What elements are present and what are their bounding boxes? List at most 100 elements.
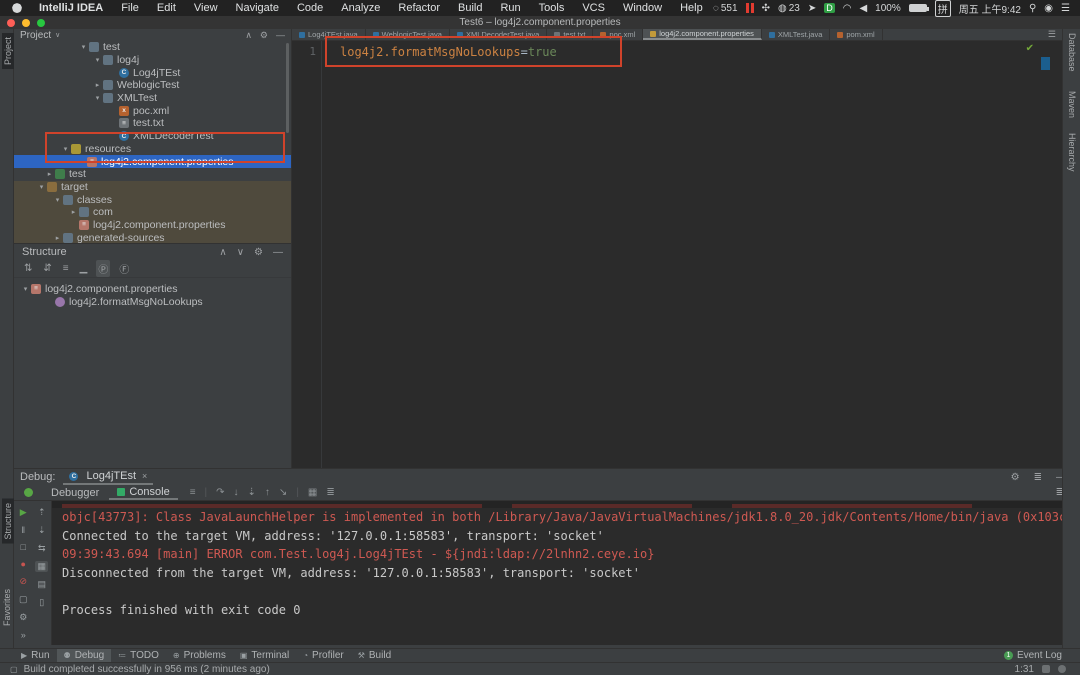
menu-view[interactable]: View [185,2,227,14]
hide-panel-icon[interactable]: — [276,30,285,41]
menu-build[interactable]: Build [449,2,491,14]
menu-analyze[interactable]: Analyze [332,2,389,14]
toolbutton-structure[interactable]: Structure [2,499,14,544]
tree-row[interactable]: ▸com [14,206,291,219]
step-over-icon[interactable]: ↷ [216,487,224,498]
group-icon[interactable]: ≡ [61,262,71,275]
editor-tab[interactable]: pom.xml [830,29,882,40]
more-icon[interactable]: » [21,630,26,640]
status-icon[interactable]: ▢ [10,665,18,674]
tree-row-resources[interactable]: ▾resources [14,143,291,156]
frame-down-icon[interactable]: ⇣ [38,525,46,536]
volume-icon[interactable]: ◀ [859,3,867,14]
wechat-icon[interactable]: ◍ 23 [778,3,800,14]
debug-console[interactable]: objc[43773]: Class JavaLaunchHelper is i… [52,501,1080,645]
settings-gear-icon[interactable]: ⚙ [19,612,27,623]
stop-icon[interactable]: ● [21,559,26,569]
hide-panel-icon[interactable]: — [273,247,283,258]
editor[interactable]: 1 log4j2.formatMsgNoLookups=true ✔ [292,41,1062,468]
editor-tab[interactable]: XMLDecoderTest.java [450,29,547,40]
chevron-down-icon[interactable]: ∨ [55,31,60,39]
rerun-icon[interactable]: ▶ [20,507,27,518]
menu-edit[interactable]: Edit [148,2,185,14]
toolbutton-database[interactable]: Database [1067,33,1077,72]
code-line[interactable]: log4j2.formatMsgNoLookups=true [340,45,557,59]
trash-icon[interactable]: ▯ [39,597,44,608]
frame-up-icon[interactable]: ⇡ [38,507,46,518]
battery-percent[interactable]: 100% [875,3,901,14]
tree-row[interactable]: poc.xml [14,104,291,117]
reader-mode-icon[interactable] [1058,665,1066,673]
editor-tab[interactable]: Log4jTEst.java [292,29,366,40]
plane-icon[interactable]: ➤ [808,3,816,14]
docker-icon[interactable]: D [824,3,835,13]
structure-row-file[interactable]: ▾log4j2.component.properties [14,282,291,296]
menu-run[interactable]: Run [491,2,529,14]
evaluate-expression-icon[interactable]: ▦ [308,487,317,498]
menu-navigate[interactable]: Navigate [227,2,288,14]
wifi-icon[interactable]: ◠ [843,3,852,14]
variables-icon[interactable]: ▦ [35,561,48,572]
menu-code[interactable]: Code [288,2,332,14]
step-into-icon[interactable]: ↓ [234,487,239,498]
pause-icon[interactable]: □ [21,542,26,552]
tree-row-selected[interactable]: log4j2.component.properties [14,155,291,168]
show-properties-icon[interactable]: Ⓟ [96,260,110,277]
tree-row[interactable]: ▾test [14,41,291,54]
expand-all-icon[interactable]: ∧ [219,247,226,258]
menu-refactor[interactable]: Refactor [389,2,449,14]
chat-icon[interactable]: ◌551 [713,3,738,14]
toolbutton-maven[interactable]: Maven [1067,91,1077,118]
tree-row[interactable]: ▸generated-sources [14,231,291,243]
toolbutton-problems[interactable]: ⊕Problems [166,649,233,662]
status-message[interactable]: Build completed successfully in 956 ms (… [24,664,270,675]
siri-icon[interactable]: ◉ [1044,3,1053,14]
tree-row[interactable]: Log4jTEst [14,66,291,79]
tree-row[interactable]: ▾XMLTest [14,92,291,105]
console-settings-icon[interactable]: ≣ [326,487,334,498]
editor-tab-selected[interactable]: log4j2.component.properties [643,29,762,40]
tree-row[interactable]: ▸test [14,168,291,181]
event-log-button[interactable]: 1Event Log [1004,650,1080,661]
toolbutton-profiler[interactable]: ◔Profiler [296,649,351,662]
inspection-ok-icon[interactable]: ✔ [1026,43,1034,54]
toolbutton-hierarchy[interactable]: Hierarchy [1067,133,1077,172]
apple-menu-icon[interactable] [12,3,22,13]
toolbutton-run[interactable]: ▶Run [14,649,57,662]
menu-clock[interactable]: 周五 上午9:42 [959,1,1021,16]
structure-row-property[interactable]: log4j2.formatMsgNoLookups [14,296,291,310]
tree-row[interactable]: ▾classes [14,193,291,206]
step-out-icon[interactable]: ↑ [265,487,270,498]
toolbar-lines-icon[interactable]: ≡ [190,487,196,498]
toolbutton-build[interactable]: ⚒Build [351,649,398,662]
toolbutton-project[interactable]: Project [2,33,14,69]
toolbutton-favorites[interactable]: Favorites [2,589,12,626]
menu-window[interactable]: Window [614,2,671,14]
tab-console[interactable]: Console [109,485,177,500]
tree-row[interactable]: test.txt [14,117,291,130]
restore-layout-icon[interactable]: ▢ [19,594,28,605]
editor-tab[interactable]: test.txt [547,29,593,40]
tree-row[interactable]: ▾log4j [14,54,291,67]
tree-row[interactable]: log4j2.component.properties [14,219,291,232]
resume-icon[interactable]: ‖ [21,525,25,535]
tab-debugger[interactable]: Debugger [43,485,107,500]
tree-row[interactable]: XMLDecoderTest [14,130,291,143]
sort-alpha-icon[interactable]: ⇅ [22,262,34,275]
show-fields-icon[interactable]: Ⓕ [117,260,131,277]
menu-file[interactable]: File [112,2,148,14]
print-icon[interactable]: ▤ [37,579,46,590]
collapse-all-icon[interactable]: ∧ [245,30,252,41]
close-icon[interactable]: × [142,471,147,481]
scrollbar-mark[interactable] [1041,57,1050,70]
menu-intellij-idea[interactable]: IntelliJ IDEA [30,2,112,14]
caret-position[interactable]: 1:31 [1015,664,1034,675]
settings-icon[interactable]: ⚙ [260,30,268,41]
layout-icon[interactable]: ≣ [1034,472,1042,483]
pause-icon[interactable] [746,3,754,13]
menu-tools[interactable]: Tools [530,2,574,14]
settings-icon[interactable]: ⚙ [1011,472,1020,483]
settings-icon[interactable]: ⚙ [254,247,263,258]
editor-tab[interactable]: WeblogicTest.java [366,29,450,40]
mute-breakpoints-icon[interactable]: ⊘ [19,576,27,587]
